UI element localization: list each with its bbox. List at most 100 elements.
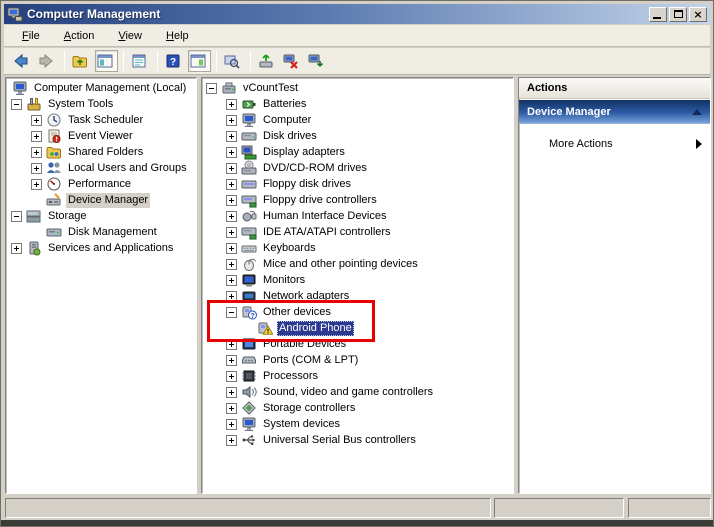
tree-item-storage[interactable]: Storage: [6, 208, 196, 224]
menu-view[interactable]: View: [110, 27, 150, 45]
expand-toggle-icon[interactable]: [226, 163, 237, 174]
tree-item-display-adapters[interactable]: Display adapters: [202, 144, 513, 160]
expand-toggle-icon[interactable]: [31, 115, 42, 126]
expand-toggle-icon[interactable]: [226, 227, 237, 238]
collapse-toggle-icon[interactable]: [11, 99, 22, 110]
minimize-button[interactable]: [649, 7, 667, 22]
expand-toggle-icon[interactable]: [226, 195, 237, 206]
tree-item-dvd-cd-rom-drives[interactable]: DVD/CD-ROM drives: [202, 160, 513, 176]
status-bar-segment: [628, 498, 711, 518]
tree-item-task-scheduler[interactable]: Task Scheduler: [6, 112, 196, 128]
tree-item-floppy-disk-drives[interactable]: Floppy disk drives: [202, 176, 513, 192]
collapse-toggle-icon[interactable]: [206, 83, 217, 94]
tree-item-ports-com-lpt[interactable]: Ports (COM & LPT): [202, 352, 513, 368]
expand-toggle-icon[interactable]: [31, 179, 42, 190]
expand-toggle-icon[interactable]: [226, 371, 237, 382]
tree-item-other-devices[interactable]: ?Other devices: [202, 304, 513, 320]
expand-toggle-icon[interactable]: [226, 339, 237, 350]
tree-item-label: Local Users and Groups: [66, 161, 189, 176]
tree-item-performance[interactable]: Performance: [6, 176, 196, 192]
expand-toggle-icon[interactable]: [31, 131, 42, 142]
show-action-pane-button[interactable]: [188, 50, 211, 72]
collapse-toggle-icon[interactable]: [11, 211, 22, 222]
expand-toggle-icon[interactable]: [226, 275, 237, 286]
tree-item-shared-folders[interactable]: Shared Folders: [6, 144, 196, 160]
update-driver-button[interactable]: [256, 50, 279, 72]
tree-item-system-tools[interactable]: System Tools: [6, 96, 196, 112]
toolbar-separator: [157, 51, 158, 71]
expand-toggle-icon[interactable]: [226, 387, 237, 398]
expand-toggle-icon[interactable]: [226, 291, 237, 302]
tree-item-sound-video-and-game-controllers[interactable]: Sound, video and game controllers: [202, 384, 513, 400]
uninstall-device-button[interactable]: [281, 50, 304, 72]
tree-item-processors[interactable]: Processors: [202, 368, 513, 384]
menu-help[interactable]: Help: [158, 27, 197, 45]
close-button[interactable]: ×: [689, 7, 707, 22]
expand-toggle-icon[interactable]: [226, 211, 237, 222]
menu-action[interactable]: Action: [56, 27, 103, 45]
arrow-forward-icon: [38, 53, 54, 69]
expand-toggle-icon[interactable]: [31, 147, 42, 158]
floppy-controller-icon: [241, 192, 257, 208]
collapse-toggle-icon[interactable]: [226, 307, 237, 318]
tree-item-computer[interactable]: Computer: [202, 112, 513, 128]
tree-item-vcounttest[interactable]: vCountTest: [202, 80, 513, 96]
toolbar-separator: [123, 51, 124, 71]
tree-item-device-manager[interactable]: Device Manager: [6, 192, 196, 208]
expand-toggle-icon[interactable]: [31, 163, 42, 174]
expand-toggle-icon[interactable]: [226, 147, 237, 158]
forward-button[interactable]: [36, 50, 59, 72]
tree-item-computer-management-local[interactable]: Computer Management (Local): [6, 80, 196, 96]
expand-toggle-icon[interactable]: [226, 403, 237, 414]
tree-item-storage-controllers[interactable]: Storage controllers: [202, 400, 513, 416]
expand-toggle-icon[interactable]: [226, 435, 237, 446]
tree-item-local-users-and-groups[interactable]: Local Users and Groups: [6, 160, 196, 176]
tree-item-event-viewer[interactable]: Event Viewer: [6, 128, 196, 144]
device-search-button[interactable]: [222, 50, 245, 72]
tree-item-universal-serial-bus-controllers[interactable]: Universal Serial Bus controllers: [202, 432, 513, 448]
tree-item-human-interface-devices[interactable]: Human Interface Devices: [202, 208, 513, 224]
tree-item-network-adapters[interactable]: Network adapters: [202, 288, 513, 304]
actions-section-device-manager[interactable]: Device Manager: [519, 100, 710, 124]
tree-item-system-devices[interactable]: System devices: [202, 416, 513, 432]
tree-item-services-and-applications[interactable]: Services and Applications: [6, 240, 196, 256]
tree-item-label: Services and Applications: [46, 241, 175, 256]
tree-item-android-phone[interactable]: Android Phone: [202, 320, 513, 336]
window-title: Computer Management: [27, 7, 647, 21]
tree-item-batteries[interactable]: Batteries: [202, 96, 513, 112]
tree-item-disk-management[interactable]: Disk Management: [6, 224, 196, 240]
more-actions-item[interactable]: More Actions: [519, 134, 710, 154]
tree-item-floppy-drive-controllers[interactable]: Floppy drive controllers: [202, 192, 513, 208]
back-button[interactable]: [11, 50, 34, 72]
collapse-chevron-icon[interactable]: [692, 109, 702, 115]
scan-hardware-changes-button[interactable]: [306, 50, 329, 72]
tree-item-label: Keyboards: [261, 241, 318, 256]
tree-item-ide-ata-atapi-controllers[interactable]: IDE ATA/ATAPI controllers: [202, 224, 513, 240]
expand-toggle-icon[interactable]: [226, 179, 237, 190]
system-devices-icon: [241, 416, 257, 432]
expand-toggle-icon[interactable]: [11, 243, 22, 254]
help-button[interactable]: ?: [163, 50, 186, 72]
tree-item-monitors[interactable]: Monitors: [202, 272, 513, 288]
expand-toggle-icon[interactable]: [226, 355, 237, 366]
maximize-button[interactable]: [669, 7, 687, 22]
export-list-button[interactable]: [129, 50, 152, 72]
toolbar-separator: [250, 51, 251, 71]
show-console-tree-button[interactable]: [95, 50, 118, 72]
expand-toggle-icon[interactable]: [226, 99, 237, 110]
expand-toggle-icon[interactable]: [226, 131, 237, 142]
expand-toggle-icon[interactable]: [226, 419, 237, 430]
menu-file[interactable]: File: [14, 27, 48, 45]
tree-item-keyboards[interactable]: Keyboards: [202, 240, 513, 256]
tree-item-disk-drives[interactable]: Disk drives: [202, 128, 513, 144]
tree-item-label: System Tools: [46, 97, 115, 112]
computer-management-window: Computer Management × File Action View Help…: [0, 0, 714, 527]
up-one-level-button[interactable]: [70, 50, 93, 72]
expand-toggle-icon[interactable]: [226, 115, 237, 126]
expand-toggle-icon[interactable]: [226, 259, 237, 270]
tree-item-mice-and-other-pointing-devices[interactable]: Mice and other pointing devices: [202, 256, 513, 272]
console-tree: Computer Management (Local)System ToolsT…: [6, 78, 196, 256]
tree-item-portable-devices[interactable]: Portable Devices: [202, 336, 513, 352]
expand-toggle-icon[interactable]: [226, 243, 237, 254]
batteries-icon: [241, 96, 257, 112]
